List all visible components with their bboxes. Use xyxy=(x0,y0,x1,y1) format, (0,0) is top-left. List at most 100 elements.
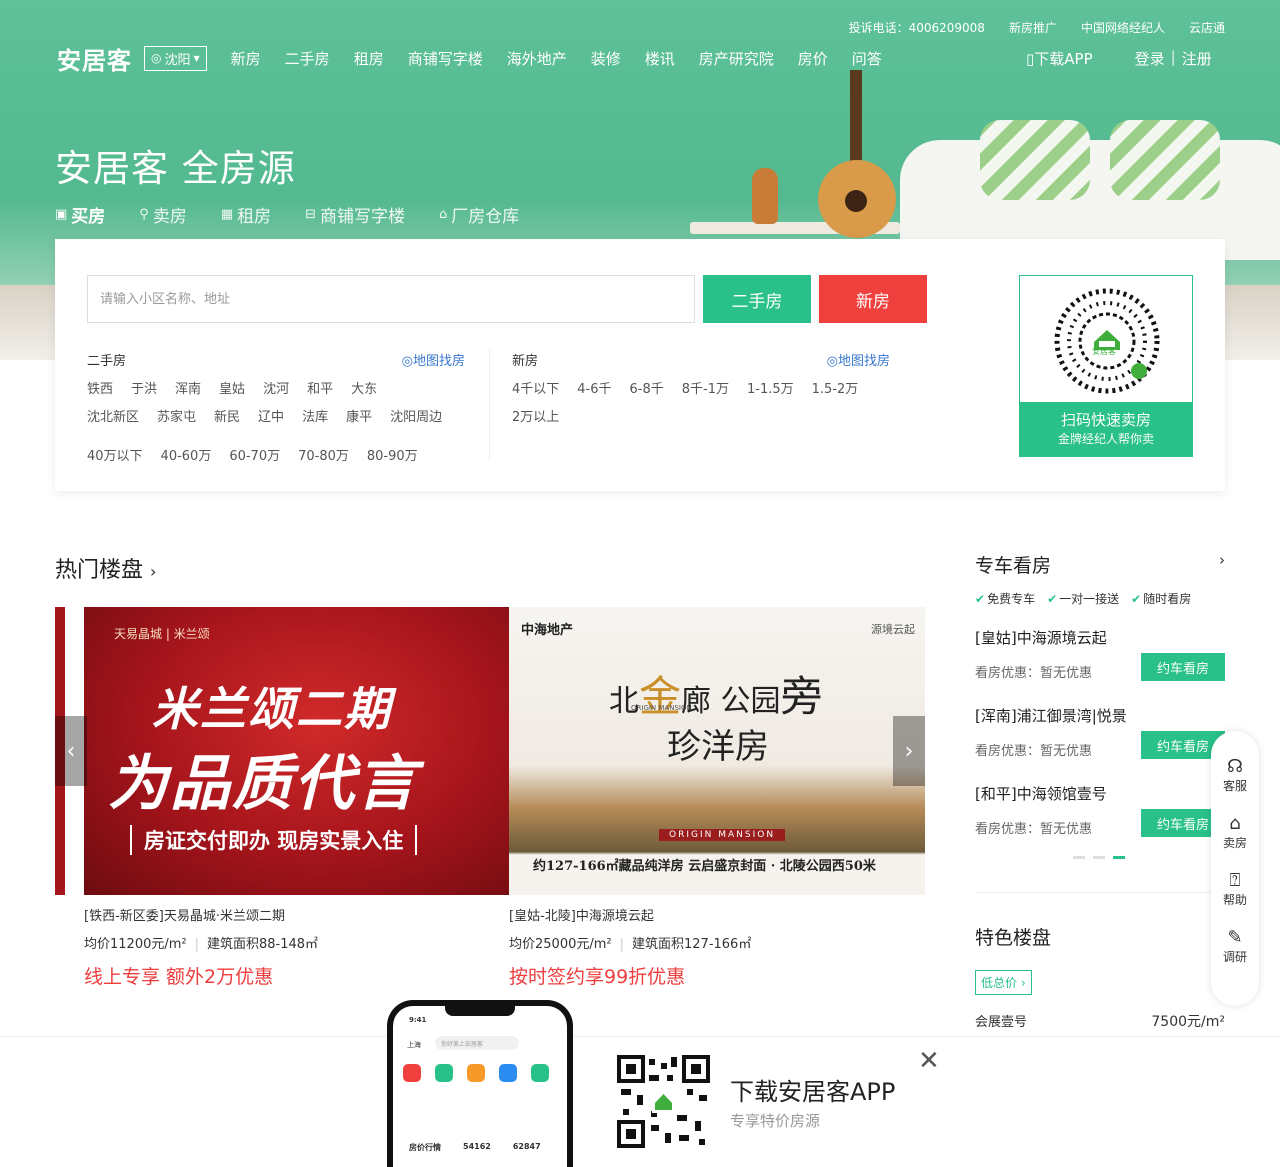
district-tag[interactable]: 辽中 xyxy=(258,409,284,426)
secondhand-map-link[interactable]: ◎地图找房 xyxy=(402,350,465,369)
agent-link[interactable]: 中国网络经纪人 xyxy=(1081,19,1165,36)
tour-name[interactable]: [浑南]浦江御景湾|悦景 xyxy=(975,705,1225,726)
site-logo[interactable]: 安居客 xyxy=(57,41,132,76)
download-app-link[interactable]: ▯下载APP xyxy=(1026,48,1093,69)
slide-footer: 约127-166㎡藏品纯洋房 云启盛京封面 · 北陵公园西50米 xyxy=(533,859,876,874)
nav-link-news[interactable]: 楼讯 xyxy=(645,48,675,69)
sidebar-help[interactable]: ⍰ 帮助 xyxy=(1223,871,1247,908)
tab-rent[interactable]: ▦ 租房 xyxy=(221,202,271,227)
chevron-right-icon[interactable]: › xyxy=(1219,551,1225,578)
district-tag[interactable]: 铁西 xyxy=(87,381,113,398)
app-icon xyxy=(403,1064,421,1082)
nav-link-overseas[interactable]: 海外地产 xyxy=(507,48,567,69)
price-tag[interactable]: 4-6千 xyxy=(577,381,611,398)
tab-commercial[interactable]: ⊟ 商铺写字楼 xyxy=(305,202,405,227)
phone-app-icons xyxy=(403,1064,549,1082)
tour-name[interactable]: [皇姑]中海源境云起 xyxy=(975,627,1225,648)
nav-links: 新房 二手房 租房 商铺写字楼 海外地产 装修 楼讯 房产研究院 房价 问答 xyxy=(231,48,882,69)
app-icon xyxy=(467,1064,485,1082)
car-tour-features: ✔ 免费专车 ✔ 一对一接送 ✔ 随时看房 xyxy=(975,590,1225,607)
district-tag[interactable]: 苏家屯 xyxy=(157,409,196,426)
phone-price: 62847 xyxy=(512,1142,541,1151)
nav-link-price[interactable]: 房价 xyxy=(798,48,828,69)
district-tag[interactable]: 法库 xyxy=(302,409,328,426)
price-tag[interactable]: 8千-1万 xyxy=(682,381,729,398)
sidebar-survey[interactable]: ✎ 调研 xyxy=(1223,928,1247,965)
price-tag[interactable]: 40-60万 xyxy=(161,448,212,465)
qr-code-icon xyxy=(1054,288,1160,394)
headline-part: 廊 公园 xyxy=(681,684,781,719)
nav-link-new[interactable]: 新房 xyxy=(231,48,261,69)
district-tag[interactable]: 和平 xyxy=(307,381,333,398)
slide-zhonghai[interactable]: 中海地产 源境云起 北金廊 公园旁 ORIGIN MANSION 珍洋房 ORI… xyxy=(509,607,925,895)
tab-sell[interactable]: ⚲ 卖房 xyxy=(139,202,187,227)
phone-mockup: 9:41 上海 你好美上安居客 房价行情 54162 62847 xyxy=(387,1000,573,1167)
price-tag[interactable]: 6-8千 xyxy=(630,381,664,398)
price-tag[interactable]: 70-80万 xyxy=(298,448,349,465)
district-tag[interactable]: 于洪 xyxy=(131,381,157,398)
carousel-prev-button[interactable]: ‹ xyxy=(55,716,87,786)
book-car-button[interactable]: 约车看房 xyxy=(1141,653,1225,681)
city-selector[interactable]: ◎ 沈阳 ▼ xyxy=(144,45,207,71)
register-link[interactable]: 注册 xyxy=(1182,48,1212,69)
phone-time: 9:41 xyxy=(409,1016,427,1024)
district-tag[interactable]: 康平 xyxy=(346,409,372,426)
district-tag[interactable]: 沈北新区 xyxy=(87,409,139,426)
price-tag[interactable]: 1-1.5万 xyxy=(747,381,794,398)
tab-buy[interactable]: ▣ 买房 xyxy=(55,202,105,227)
caret-down-icon: ▼ xyxy=(193,53,200,63)
nav-link-qa[interactable]: 问答 xyxy=(852,48,882,69)
price-tag[interactable]: 1.5-2万 xyxy=(812,381,859,398)
newhouse-map-link[interactable]: ◎地图找房 xyxy=(827,350,890,369)
page-dot[interactable] xyxy=(1073,856,1085,859)
cloud-store-link[interactable]: 云店通 xyxy=(1189,19,1225,36)
nav-link-secondhand[interactable]: 二手房 xyxy=(285,48,330,69)
nav-link-rent[interactable]: 租房 xyxy=(354,48,384,69)
secondhand-filters: 二手房 ◎地图找房 铁西 于洪 浑南 皇姑 沈河 和平 大东 沈北新区 苏家屯 … xyxy=(87,350,465,465)
nav-link-commercial[interactable]: 商铺写字楼 xyxy=(408,48,483,69)
home-icon: ⌂ xyxy=(1229,813,1241,834)
price-tag[interactable]: 40万以下 xyxy=(87,448,143,465)
tab-factory[interactable]: ⌂ 厂房仓库 xyxy=(439,202,519,227)
slide-milan[interactable]: 天易晶城 | 米兰颂 米兰颂二期 为品质代言 房证交付即办 现房实景入住 xyxy=(84,607,509,895)
hot-section-title[interactable]: 热门楼盘 › xyxy=(55,552,156,584)
price-tag[interactable]: 4千以下 xyxy=(512,381,559,398)
login-link[interactable]: 登录 xyxy=(1135,48,1165,69)
slide-headline: 珍洋房 xyxy=(667,727,769,767)
hero-guitar-hole xyxy=(845,190,867,212)
new-house-promo-link[interactable]: 新房推广 xyxy=(1009,19,1057,36)
location-pin-icon: ◎ xyxy=(151,51,162,65)
district-tag[interactable]: 皇姑 xyxy=(219,381,245,398)
district-tag[interactable]: 大东 xyxy=(351,381,377,398)
listing-card[interactable]: [皇姑-北陵]中海源境云起 均价25000元/m² | 建筑面积127-166㎡ 按… xyxy=(509,905,751,989)
tour-name[interactable]: [和平]中海领馆壹号 xyxy=(975,783,1225,804)
district-tag[interactable]: 沈河 xyxy=(263,381,289,398)
search-secondhand-button[interactable]: 二手房 xyxy=(703,275,811,323)
chevron-left-icon: ‹ xyxy=(66,738,76,764)
map-link-label: 地图找房 xyxy=(837,354,890,369)
sidebar-customer-service[interactable]: ☊ 客服 xyxy=(1223,757,1247,794)
sidebar-sell[interactable]: ⌂ 卖房 xyxy=(1223,814,1247,851)
price-tag[interactable]: 2万以上 xyxy=(512,409,559,426)
nav-link-decoration[interactable]: 装修 xyxy=(591,48,621,69)
sell-qr-card[interactable]: 安居客 扫码快速卖房 金牌经纪人帮你卖 xyxy=(1019,275,1193,457)
listing-card[interactable]: [铁西-新区委]天易晶城·米兰颂二期 均价11200元/m² | 建筑面积88-14… xyxy=(84,905,318,989)
nav-link-research[interactable]: 房产研究院 xyxy=(699,48,774,69)
listing-price: 均价11200元/m² xyxy=(84,937,187,952)
close-icon[interactable]: ✕ xyxy=(918,1048,940,1074)
price-tag[interactable]: 60-70万 xyxy=(229,448,280,465)
page-dot[interactable] xyxy=(1093,856,1105,859)
city-name: 沈阳 xyxy=(164,52,191,68)
search-new-button[interactable]: 新房 xyxy=(819,275,927,323)
district-tag[interactable]: 新民 xyxy=(214,409,240,426)
low-price-tag[interactable]: 低总价 › xyxy=(975,970,1032,995)
district-tag[interactable]: 沈阳周边 xyxy=(390,409,442,426)
page-dot-active[interactable] xyxy=(1113,856,1125,859)
complaint-phone[interactable]: 投诉电话：4006209008 xyxy=(849,19,985,36)
slide-subtitle: 房证交付即办 现房实景入住 xyxy=(130,825,418,855)
price-tag[interactable]: 80-90万 xyxy=(367,448,418,465)
carousel-next-button[interactable]: › xyxy=(893,716,925,786)
featured-item[interactable]: 会展壹号 7500元/m² xyxy=(975,1011,1225,1031)
district-tag[interactable]: 浑南 xyxy=(175,381,201,398)
search-input[interactable] xyxy=(87,275,695,323)
